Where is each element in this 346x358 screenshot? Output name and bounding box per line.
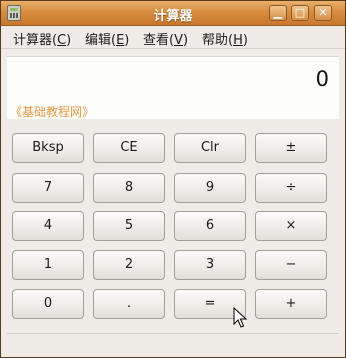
divide-button[interactable]: ÷ [255,173,327,203]
menu-calculator[interactable]: 计算器(C) [13,29,71,48]
digit-6-button[interactable]: 6 [174,211,246,241]
subtract-button[interactable]: − [255,250,327,280]
digit-5-button[interactable]: 5 [93,211,165,241]
status-bar [7,333,339,334]
digit-4-button[interactable]: 4 [12,211,84,241]
menu-edit[interactable]: 编辑(E) [85,29,129,48]
clear-entry-button[interactable]: CE [93,133,165,163]
result-display: 0 《基础教程网》 [7,56,339,119]
digit-3-button[interactable]: 3 [174,250,246,280]
menu-view[interactable]: 查看(V) [143,29,188,48]
display-value: 0 [315,67,329,91]
digit-8-button[interactable]: 8 [93,173,165,203]
watermark-text: 《基础教程网》 [10,105,95,119]
add-button[interactable]: + [255,289,327,319]
close-button[interactable]: ✕ [314,5,332,21]
clear-all-button[interactable]: Clr [174,133,246,163]
plus-minus-button[interactable]: ± [255,133,327,163]
digit-7-button[interactable]: 7 [12,173,84,203]
mouse-pointer-icon [233,307,247,328]
minimize-button[interactable]: ▁ [269,5,287,21]
digit-2-button[interactable]: 2 [93,250,165,280]
multiply-button[interactable]: × [255,211,327,241]
digit-9-button[interactable]: 9 [174,173,246,203]
backspace-button[interactable]: Bksp [12,133,84,163]
calculator-window: 计算器 ▁ □ ✕ 计算器(C) 编辑(E) 查看(V) 帮助(H) 0 《基础… [0,0,346,358]
titlebar[interactable]: 计算器 ▁ □ ✕ [1,1,345,26]
menu-help[interactable]: 帮助(H) [202,29,248,48]
digit-0-button[interactable]: 0 [12,289,84,319]
digit-1-button[interactable]: 1 [12,250,84,280]
maximize-button[interactable]: □ [291,5,309,21]
menu-bar: 计算器(C) 编辑(E) 查看(V) 帮助(H) [1,26,345,49]
decimal-point-button[interactable]: . [93,289,165,319]
